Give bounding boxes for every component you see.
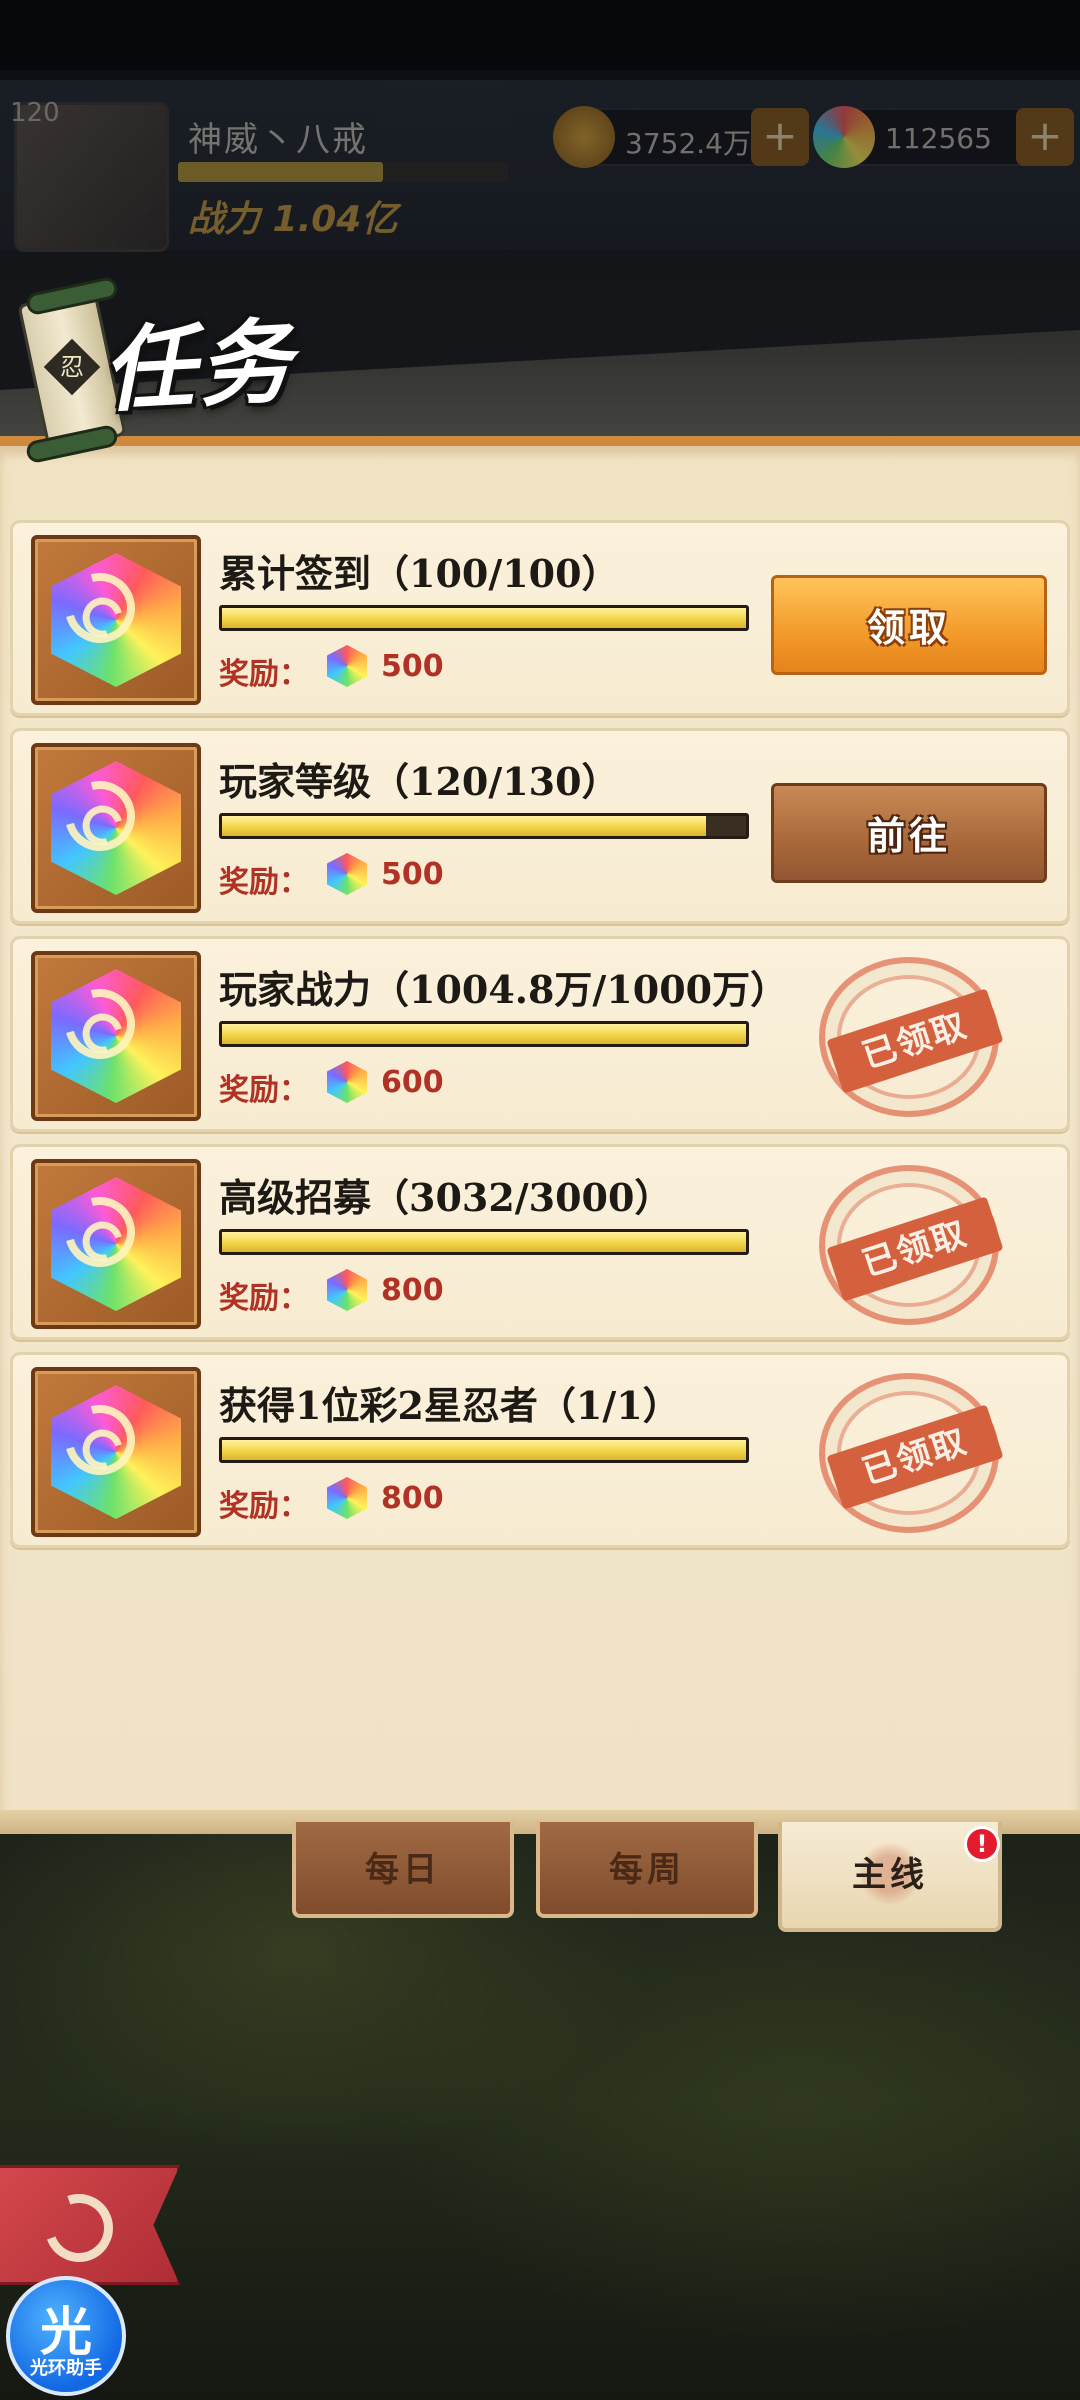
reward-value: 500 [381, 857, 444, 892]
assistant-helper-button[interactable]: 光 光环助手 [6, 2276, 126, 2396]
exp-bar [178, 162, 508, 182]
task-title: 获得1位彩2星忍者（1/1） [219, 1383, 681, 1428]
exp-bar-fill [178, 162, 383, 182]
task-progress-fill [222, 1440, 746, 1460]
task-progress-fill [222, 608, 746, 628]
reward-gem-icon [327, 853, 367, 895]
claim-button[interactable]: 领取 [771, 575, 1047, 675]
player-power: 战力 1.04亿 [188, 199, 398, 240]
claimed-stamp-label: 已领取 [826, 1404, 1004, 1510]
claimed-stamp: 已领取 [819, 1373, 1004, 1533]
reward-label: 奖励： [219, 865, 309, 900]
task-progress-fill [222, 816, 706, 836]
claimed-stamp: 已领取 [819, 1165, 1004, 1325]
go-button[interactable]: 前往 [771, 783, 1047, 883]
reward-label: 奖励： [219, 1073, 309, 1108]
alert-badge-icon: ! [964, 1826, 1000, 1862]
gem-value: 112565 [885, 122, 992, 155]
task-row: 高级招募（3032/3000） 奖励： 800 已领取 [10, 1144, 1070, 1340]
task-icon-frame [31, 1159, 201, 1329]
task-title: 高级招募（3032/3000） [219, 1175, 673, 1220]
task-title: 累计签到（100/100） [219, 551, 620, 596]
task-title: 玩家战力（1004.8万/1000万） [219, 967, 789, 1012]
status-bar [0, 0, 1080, 70]
task-icon-frame [31, 951, 201, 1121]
coin-icon [553, 106, 615, 168]
task-progress-fill [222, 1232, 746, 1252]
reward-label: 奖励： [219, 657, 309, 692]
claimed-stamp: 已领取 [819, 957, 1004, 1117]
reward-gem-icon [327, 1269, 367, 1311]
tab-main-label: 主线 [852, 1855, 928, 1895]
gem-icon [813, 106, 875, 168]
task-row: 玩家等级（120/130） 奖励： 500 前往 [10, 728, 1070, 924]
gem-counter: 112565 + [813, 106, 1074, 168]
task-row: 获得1位彩2星忍者（1/1） 奖励： 800 已领取 [10, 1352, 1070, 1548]
player-level: 120 [10, 98, 60, 128]
village-flag-button[interactable] [0, 2165, 180, 2285]
reward-label: 奖励： [219, 1281, 309, 1316]
reward-value: 800 [381, 1481, 444, 1516]
task-icon-frame [31, 535, 201, 705]
gem-add-button[interactable]: + [1016, 108, 1074, 166]
page-title: 任务 [99, 307, 298, 425]
reward-value: 800 [381, 1273, 444, 1308]
task-row: 玩家战力（1004.8万/1000万） 奖励： 600 已领取 [10, 936, 1070, 1132]
task-progress-bar [219, 1229, 749, 1255]
task-title: 玩家等级（120/130） [219, 759, 620, 804]
reward-gem-icon [327, 1477, 367, 1519]
leaf-swirl-icon [33, 2182, 125, 2274]
scroll-glyph-text: 忍 [60, 353, 84, 381]
coin-counter: 3752.4万 + [553, 106, 809, 168]
claimed-stamp-label: 已领取 [826, 1196, 1004, 1302]
coin-value: 3752.4万 [625, 127, 751, 160]
helper-label: 光环助手 [30, 2358, 102, 2379]
task-progress-bar [219, 1437, 749, 1463]
reward-gem-icon [327, 645, 367, 687]
task-progress-bar [219, 1021, 749, 1047]
reward-value: 500 [381, 649, 444, 684]
reward-value: 600 [381, 1065, 444, 1100]
player-name: 神威丶八戒 [188, 120, 368, 160]
reward-gem-icon [327, 1061, 367, 1103]
player-header: 120 神威丶八戒 战力 1.04亿 3752.4万 + 112565 + [0, 80, 1080, 252]
task-progress-bar [219, 605, 749, 631]
tab-daily[interactable]: 每日 [292, 1822, 514, 1918]
tab-weekly[interactable]: 每周 [536, 1822, 758, 1918]
reward-label: 奖励： [219, 1489, 309, 1524]
coin-add-button[interactable]: + [751, 108, 809, 166]
task-progress-fill [222, 1024, 746, 1044]
claimed-stamp-label: 已领取 [826, 988, 1004, 1094]
task-progress-bar [219, 813, 749, 839]
task-icon-frame [31, 743, 201, 913]
task-row: 累计签到（100/100） 奖励： 500 领取 [10, 520, 1070, 716]
task-icon-frame [31, 1367, 201, 1537]
